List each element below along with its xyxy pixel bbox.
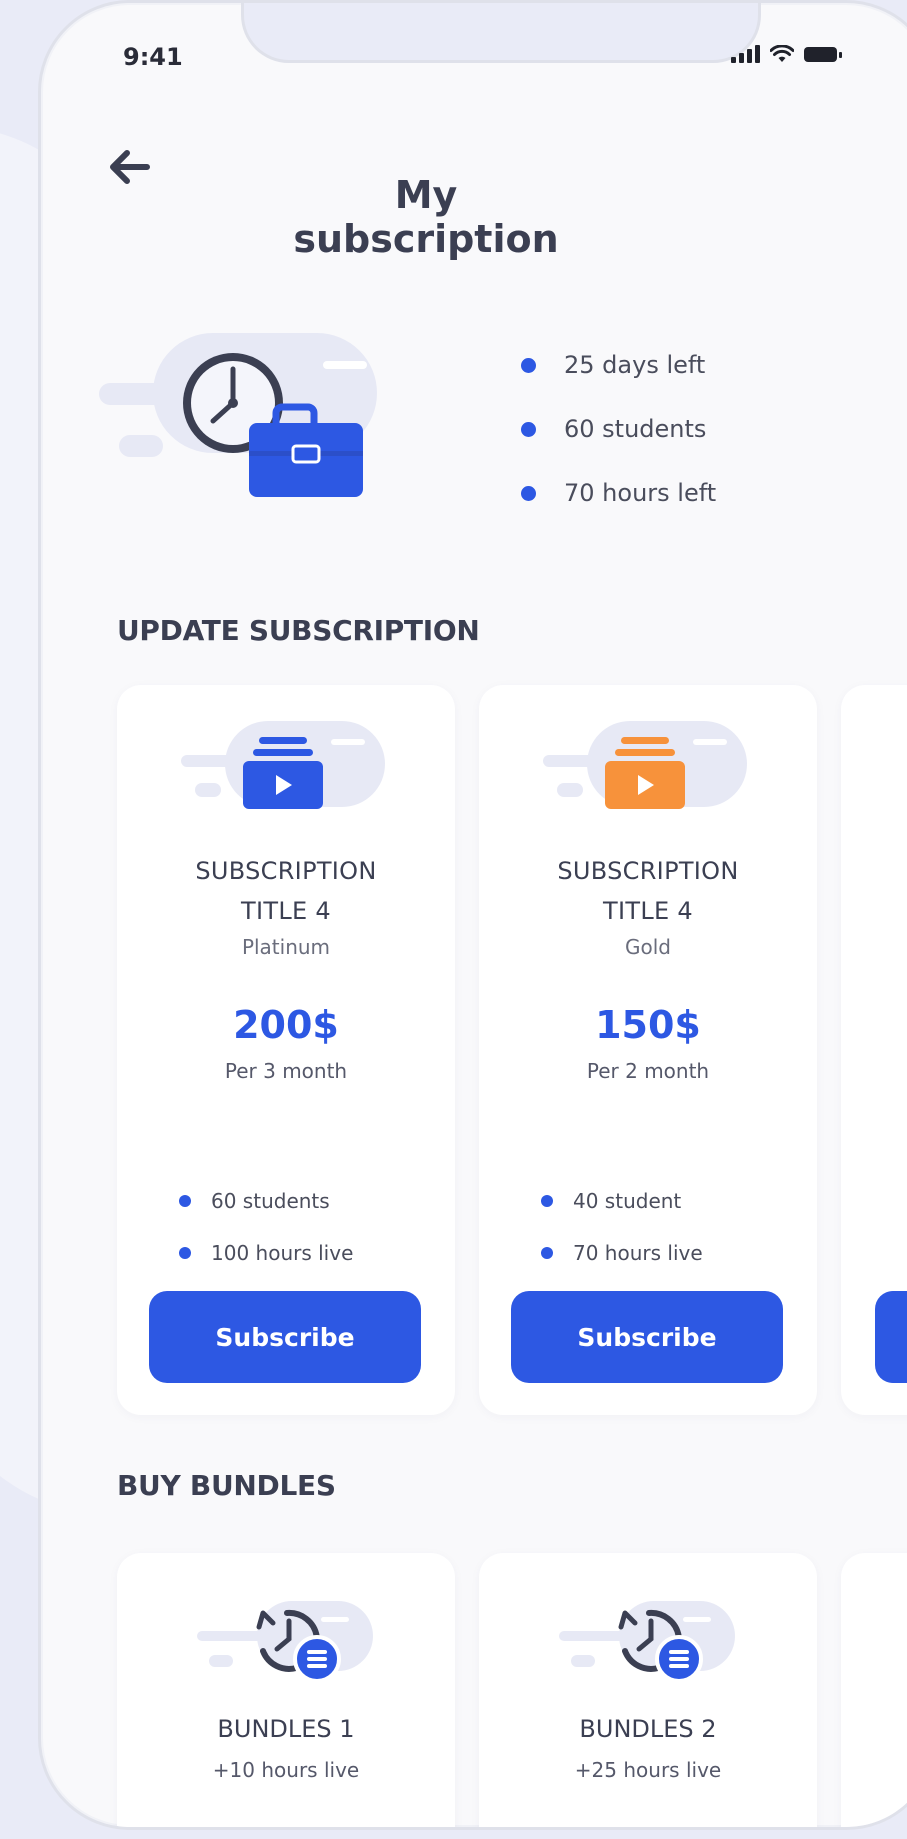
card-title-line2: TITLE 4 [603, 897, 693, 925]
card-title-line2: TITLE 4 [241, 897, 331, 925]
video-folder-icon [543, 721, 747, 809]
card-title-line1: SUBSCRIPTION [195, 857, 377, 885]
stat-item: 70 hours left [521, 461, 716, 525]
bullet-dot [541, 1247, 553, 1259]
bundle-title: BUNDLES 1 [217, 1715, 355, 1743]
stat-item: 60 students [521, 397, 716, 461]
phone-frame: 9:41 My subscription 25 days left 60 stu… [38, 0, 907, 1830]
bullet-dot [521, 357, 536, 373]
card-title-line1: SUBSCRIPTION [557, 857, 739, 885]
subscribe-button[interactable] [875, 1291, 907, 1383]
bullet-dot [179, 1247, 191, 1259]
subscription-card-gold: SUBSCRIPTION TITLE 4 Gold 150$ Per 2 mon… [479, 685, 817, 1415]
card-tier: Platinum [241, 935, 331, 959]
bullet-dot [541, 1195, 553, 1207]
card-price: 150$ [595, 1003, 701, 1047]
subscribe-button[interactable]: Subscribe [511, 1291, 783, 1383]
stat-hours-left: 70 hours left [564, 479, 717, 507]
feature-label: 100 hours live [211, 1241, 354, 1265]
card-title: SUBSCRIPTION TITLE 4 [117, 851, 455, 931]
bullet-dot [179, 1195, 191, 1207]
back-button[interactable] [103, 141, 155, 193]
back-arrow-icon [110, 150, 150, 184]
card-period: Per 3 month [224, 1059, 348, 1083]
signal-icon [731, 45, 760, 63]
buy-bundles-title: BUY BUNDLES [117, 1469, 336, 1502]
clock-list-icon [197, 1601, 373, 1683]
clock-list-icon [559, 1601, 735, 1683]
feature-item: 60 students [179, 1175, 353, 1227]
bundle-subtitle: +25 hours live [574, 1758, 722, 1782]
card-features: 60 students 100 hours live [179, 1175, 353, 1279]
stat-item: 25 days left [521, 333, 716, 397]
video-folder-icon [181, 721, 385, 809]
subscription-card-platinum: SUBSCRIPTION TITLE 4 Platinum 200$ Per 3… [117, 685, 455, 1415]
feature-label: 60 students [211, 1189, 330, 1213]
bundle-card[interactable]: BUNDLES 1 +10 hours live [117, 1553, 455, 1827]
subscription-illustration [99, 333, 377, 497]
phone-notch [241, 3, 761, 63]
status-icons [731, 45, 842, 63]
bundle-title: BUNDLES 2 [579, 1715, 717, 1743]
battery-icon [804, 45, 842, 63]
card-title: SUBSCRIPTION TITLE 4 [479, 851, 817, 931]
card-tier: Gold [625, 935, 671, 959]
update-subscription-title: UPDATE SUBSCRIPTION [117, 614, 480, 647]
feature-label: 40 student [573, 1189, 682, 1213]
feature-item: 70 hours live [541, 1227, 703, 1279]
bundle-subtitle: +10 hours live [212, 1758, 360, 1782]
bullet-dot [521, 421, 536, 437]
feature-item: 40 student [541, 1175, 703, 1227]
feature-item: 100 hours live [179, 1227, 353, 1279]
card-features: 40 student 70 hours live [541, 1175, 703, 1279]
subscription-card-partial [841, 685, 907, 1415]
card-price: 200$ [233, 1003, 339, 1047]
status-time: 9:41 [123, 43, 183, 71]
stat-students: 60 students [564, 415, 707, 443]
page-title: My subscription [293, 173, 559, 261]
card-period: Per 2 month [586, 1059, 710, 1083]
bundle-card-partial[interactable] [841, 1553, 907, 1827]
subscribe-button[interactable]: Subscribe [149, 1291, 421, 1383]
bullet-dot [521, 485, 536, 501]
wifi-icon [770, 45, 794, 63]
feature-label: 70 hours live [573, 1241, 703, 1265]
stat-days-left: 25 days left [564, 351, 706, 379]
bundle-card[interactable]: BUNDLES 2 +25 hours live [479, 1553, 817, 1827]
subscription-stats: 25 days left 60 students 70 hours left [521, 333, 716, 525]
